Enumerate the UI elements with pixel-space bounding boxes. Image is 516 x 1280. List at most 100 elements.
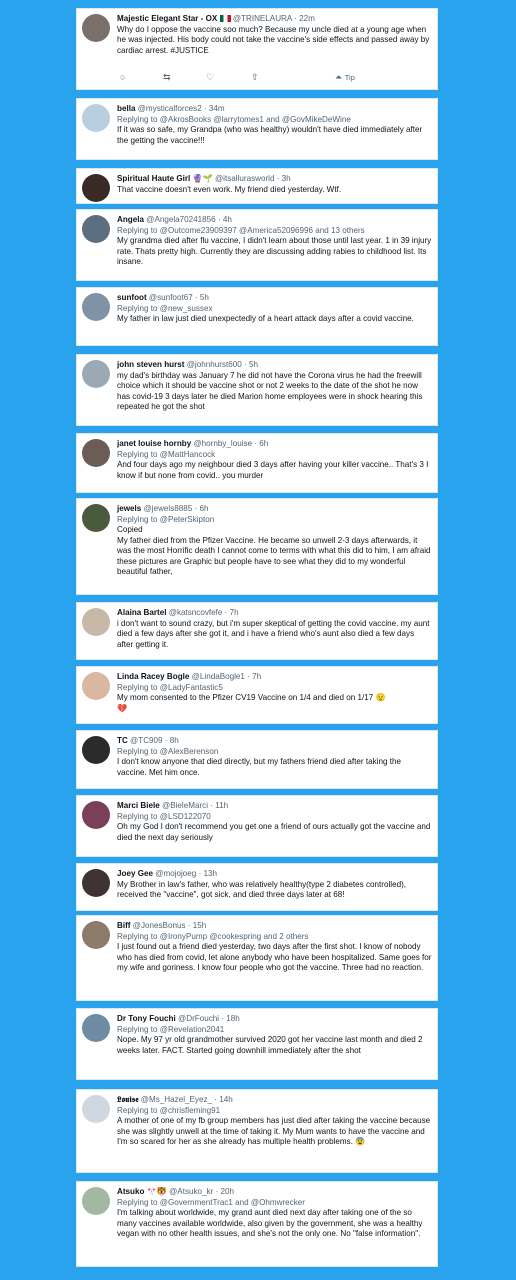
avatar[interactable] — [82, 439, 110, 467]
tweet-card[interactable]: Dr Tony Fouchi @DrFouchi · 18h Replying … — [76, 1008, 438, 1080]
tweet-card[interactable]: TC @TC909 · 8h Replying to @AlexBerenson… — [76, 730, 438, 789]
author-name[interactable]: Atsuko — [117, 1187, 144, 1196]
timestamp[interactable]: 7h — [230, 608, 239, 617]
author-handle[interactable]: @mysticalforces2 — [138, 104, 202, 113]
avatar[interactable] — [82, 1014, 110, 1042]
replying-to[interactable]: Replying to @MattHancock — [117, 450, 432, 461]
author-handle[interactable]: @TC909 — [130, 736, 163, 745]
author-handle[interactable]: @Angela70241856 — [146, 215, 215, 224]
avatar[interactable] — [82, 608, 110, 636]
avatar[interactable] — [82, 1095, 110, 1123]
timestamp[interactable]: 8h — [170, 736, 179, 745]
tweet-card[interactable]: Biff @JonesBonus · 15h Replying to @Iron… — [76, 915, 438, 1001]
tweet-card[interactable]: Majestic Elegant Star - OX @TRINELAURA ·… — [76, 8, 438, 90]
author-handle[interactable]: @LindaBogle1 — [192, 672, 245, 681]
tweet-card[interactable]: Angela @Angela70241856 · 4h Replying to … — [76, 209, 438, 281]
tweet-card[interactable]: janet louise hornby @hornby_louise · 6h … — [76, 433, 438, 493]
author-name[interactable]: janet louise hornby — [117, 439, 191, 448]
replying-to[interactable]: Replying to @chrisfleming91 — [117, 1106, 432, 1117]
author-handle[interactable]: @itsallurasworld — [215, 174, 275, 183]
replying-to[interactable]: Replying to @Revelation2041 — [117, 1025, 432, 1036]
timestamp[interactable]: 13h — [204, 869, 218, 878]
tweet-card[interactable]: jewels @jewels8885 · 6h Replying to @Pet… — [76, 498, 438, 595]
author-name[interactable]: bella — [117, 104, 135, 113]
avatar[interactable] — [82, 921, 110, 949]
tweet-card[interactable]: Alaina Bartel @katsncovfefe · 7h i don't… — [76, 602, 438, 660]
timestamp[interactable]: 20h — [221, 1187, 235, 1196]
avatar[interactable] — [82, 672, 110, 700]
replying-to[interactable]: Replying to @LSD122070 — [117, 812, 432, 823]
reply-icon[interactable]: ○ — [120, 72, 125, 82]
author-handle[interactable]: @hornby_louise — [193, 439, 252, 448]
timestamp[interactable]: 14h — [219, 1095, 233, 1104]
avatar[interactable] — [82, 801, 110, 829]
author-handle[interactable]: @BieleMarci — [162, 801, 208, 810]
author-handle[interactable]: @mojojoeg — [155, 869, 196, 878]
author-name[interactable]: 𝕷𝖔𝖚𝖎𝖘𝖊 — [117, 1095, 139, 1104]
avatar[interactable] — [82, 736, 110, 764]
avatar[interactable] — [82, 504, 110, 532]
author-handle[interactable]: @sunfoot67 — [149, 293, 193, 302]
author-name[interactable]: sunfoot — [117, 293, 147, 302]
retweet-icon[interactable]: ⇆ — [163, 72, 171, 83]
timestamp[interactable]: 6h — [259, 439, 268, 448]
author-name[interactable]: jewels — [117, 504, 141, 513]
author-handle[interactable]: @JonesBonus — [133, 921, 186, 930]
author-handle[interactable]: @johnhurst600 — [187, 360, 242, 369]
tweet-card[interactable]: Spiritual Haute Girl 🔮🌱 @itsallurasworld… — [76, 168, 438, 204]
avatar[interactable] — [82, 360, 110, 388]
timestamp[interactable]: 5h — [200, 293, 209, 302]
tweet-card[interactable]: 𝕷𝖔𝖚𝖎𝖘𝖊 @Ms_Hazel_Eyez_ · 14h Replying to… — [76, 1089, 438, 1173]
author-name[interactable]: Angela — [117, 215, 144, 224]
author-name[interactable]: Alaina Bartel — [117, 608, 166, 617]
author-name[interactable]: Biff — [117, 921, 130, 930]
avatar[interactable] — [82, 1187, 110, 1215]
replying-to[interactable]: Replying to @GovernmentTrac1 and @Ohmwre… — [117, 1198, 432, 1209]
author-handle[interactable]: @Atsuko_kr — [169, 1187, 213, 1196]
tip-icon[interactable]: ⏶ Tip — [335, 72, 355, 83]
share-icon[interactable]: ⇧ — [251, 72, 259, 83]
author-handle[interactable]: @DrFouchi — [178, 1014, 219, 1023]
replying-to[interactable]: Replying to @LadyFantastic5 — [117, 683, 432, 694]
tweet-card[interactable]: bella @mysticalforces2 · 34m Replying to… — [76, 98, 438, 160]
timestamp[interactable]: 4h — [223, 215, 232, 224]
author-name[interactable]: Marci Biele — [117, 801, 160, 810]
tweet-card[interactable]: Linda Racey Bogle @LindaBogle1 · 7h Repl… — [76, 666, 438, 724]
author-name[interactable]: Dr Tony Fouchi — [117, 1014, 176, 1023]
timestamp[interactable]: 11h — [215, 801, 228, 810]
author-handle[interactable]: @TRINELAURA — [233, 14, 292, 23]
timestamp[interactable]: 5h — [249, 360, 258, 369]
timestamp[interactable]: 18h — [226, 1014, 240, 1023]
author-name[interactable]: john steven hurst — [117, 360, 184, 369]
avatar[interactable] — [82, 215, 110, 243]
author-name[interactable]: Spiritual Haute Girl — [117, 174, 190, 183]
timestamp[interactable]: 6h — [199, 504, 208, 513]
author-handle[interactable]: @jewels8885 — [144, 504, 193, 513]
tweet-card[interactable]: Atsuko 🎌🐯 @Atsuko_kr · 20h Replying to @… — [76, 1181, 438, 1267]
timestamp[interactable]: 7h — [252, 672, 261, 681]
timestamp[interactable]: 3h — [282, 174, 291, 183]
author-name[interactable]: Linda Racey Bogle — [117, 672, 189, 681]
replying-to[interactable]: Replying to @Outcome23909397 @America520… — [117, 226, 432, 237]
replying-to[interactable]: Replying to @IronyPump @cookespring and … — [117, 932, 432, 943]
replying-to[interactable]: Replying to @AlexBerenson — [117, 747, 432, 758]
tweet-card[interactable]: Marci Biele @BieleMarci · 11h Replying t… — [76, 795, 438, 857]
replying-to[interactable]: Replying to @new_sussex — [117, 304, 432, 315]
tweet-card[interactable]: sunfoot @sunfoot67 · 5h Replying to @new… — [76, 287, 438, 346]
like-icon[interactable]: ♡ — [206, 72, 214, 83]
author-name[interactable]: TC — [117, 736, 128, 745]
tweet-card[interactable]: john steven hurst @johnhurst600 · 5h my … — [76, 354, 438, 426]
replying-to[interactable]: Replying to @AkrosBooks @larrytomes1 and… — [117, 115, 432, 126]
timestamp[interactable]: 15h — [193, 921, 207, 930]
timestamp[interactable]: 34m — [209, 104, 225, 113]
author-name[interactable]: Majestic Elegant Star - OX — [117, 14, 217, 23]
avatar[interactable] — [82, 293, 110, 321]
avatar[interactable] — [82, 174, 110, 202]
author-handle[interactable]: @katsncovfefe — [169, 608, 223, 617]
author-handle[interactable]: @Ms_Hazel_Eyez_ — [141, 1095, 212, 1104]
timestamp[interactable]: 22m — [299, 14, 315, 23]
avatar[interactable] — [82, 869, 110, 897]
tweet-card[interactable]: Joey Gee @mojojoeg · 13h My Brother in l… — [76, 863, 438, 911]
avatar[interactable] — [82, 14, 110, 42]
replying-to[interactable]: Replying to @PeterSkipton — [117, 515, 432, 526]
